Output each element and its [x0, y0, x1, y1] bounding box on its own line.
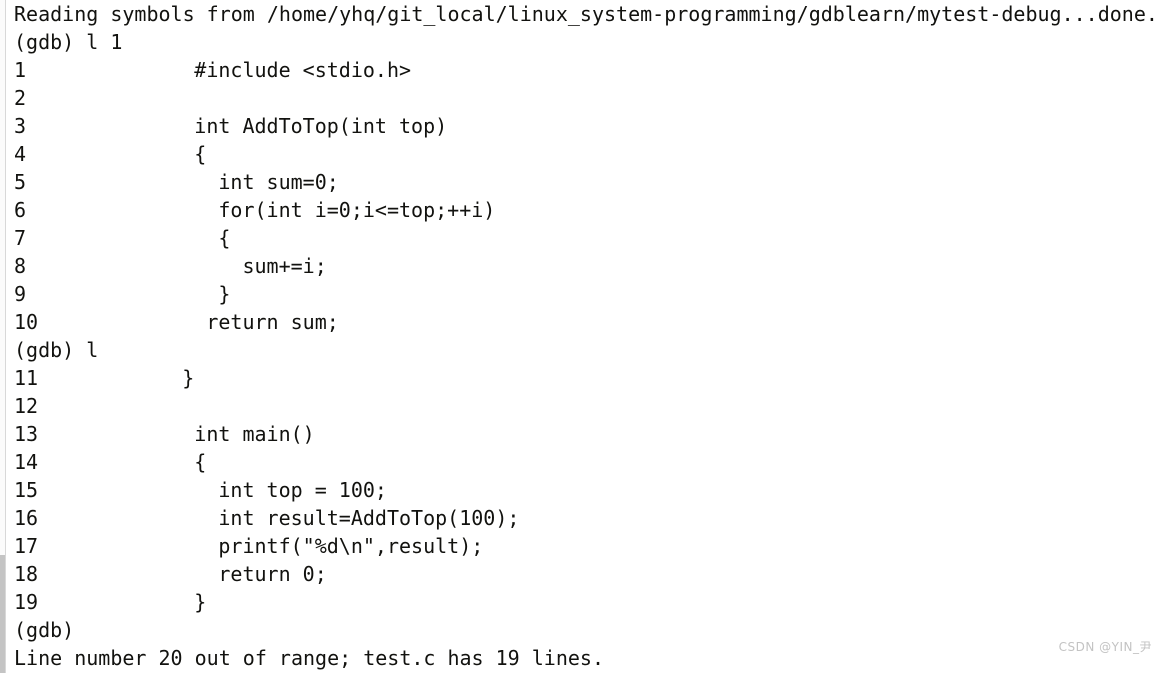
source-line-number: 15 [14, 478, 39, 502]
source-line-code: return sum; [110, 310, 339, 334]
source-line: 19 } [14, 588, 1160, 616]
gdb-error-line: Line number 20 out of range; test.c has … [14, 646, 605, 670]
gdb-prompt-line: (gdb) l [14, 338, 99, 362]
gdb-prompt-line: (gdb) l 1 [14, 30, 123, 54]
source-line: 14 { [14, 448, 1160, 476]
source-line-code: for(int i=0;i<=top;++i) [110, 198, 496, 222]
terminal-window: Reading symbols from /home/yhq/git_local… [0, 0, 1160, 673]
vertical-scrollbar[interactable] [0, 0, 6, 673]
source-line: 6 for(int i=0;i<=top;++i) [14, 196, 1160, 224]
source-line-code: int main() [110, 422, 315, 446]
source-line-code: } [110, 366, 195, 390]
source-line: 2 [14, 84, 1160, 112]
source-line: 8 sum+=i; [14, 252, 1160, 280]
source-line-number: 3 [14, 114, 27, 138]
source-line-code: { [110, 226, 231, 250]
source-line-number: 9 [14, 282, 27, 306]
gdb-message-line: Reading symbols from /home/yhq/git_local… [14, 2, 1158, 26]
gdb-prompt-line: (gdb) [14, 618, 75, 642]
source-line-code: int top = 100; [110, 478, 387, 502]
source-line-number: 4 [14, 142, 27, 166]
source-line-number: 5 [14, 170, 27, 194]
source-line: 16 int result=AddToTop(100); [14, 504, 1160, 532]
source-line-number: 16 [14, 506, 39, 530]
source-line-code: sum+=i; [110, 254, 327, 278]
gdb-console-output[interactable]: Reading symbols from /home/yhq/git_local… [14, 0, 1160, 673]
source-line-code: int AddToTop(int top) [110, 114, 448, 138]
source-line-number: 6 [14, 198, 27, 222]
source-line: 3 int AddToTop(int top) [14, 112, 1160, 140]
source-line: 7 { [14, 224, 1160, 252]
source-line-number: 19 [14, 590, 39, 614]
source-line-code: { [110, 142, 207, 166]
source-line-number: 17 [14, 534, 39, 558]
source-line-number: 2 [14, 86, 27, 110]
source-line-code: { [110, 450, 207, 474]
source-line-number: 12 [14, 394, 39, 418]
source-line-code: } [110, 282, 231, 306]
source-line-code: #include <stdio.h> [110, 58, 412, 82]
source-line: 15 int top = 100; [14, 476, 1160, 504]
csdn-watermark: CSDN @YIN_尹 [1058, 640, 1152, 654]
source-line: 9 } [14, 280, 1160, 308]
source-line: 12 [14, 392, 1160, 420]
scrollbar-thumb[interactable] [0, 555, 5, 673]
source-line: 10 return sum; [14, 308, 1160, 336]
source-line-number: 11 [14, 366, 39, 390]
source-line-code: int sum=0; [110, 170, 339, 194]
source-line: 4 { [14, 140, 1160, 168]
source-line-number: 18 [14, 562, 39, 586]
source-line-code: } [110, 590, 207, 614]
source-line-number: 10 [14, 310, 39, 334]
source-line-number: 1 [14, 58, 27, 82]
source-line: 17 printf("%d\n",result); [14, 532, 1160, 560]
source-line: 18 return 0; [14, 560, 1160, 588]
source-line-number: 14 [14, 450, 39, 474]
source-line: 5 int sum=0; [14, 168, 1160, 196]
source-line-number: 7 [14, 226, 27, 250]
source-line: 11 } [14, 364, 1160, 392]
source-line-number: 13 [14, 422, 39, 446]
source-line-code: int result=AddToTop(100); [110, 506, 520, 530]
source-line: 1 #include <stdio.h> [14, 56, 1160, 84]
source-line-number: 8 [14, 254, 27, 278]
source-line-code: printf("%d\n",result); [110, 534, 484, 558]
source-line: 13 int main() [14, 420, 1160, 448]
source-line-code: return 0; [110, 562, 327, 586]
